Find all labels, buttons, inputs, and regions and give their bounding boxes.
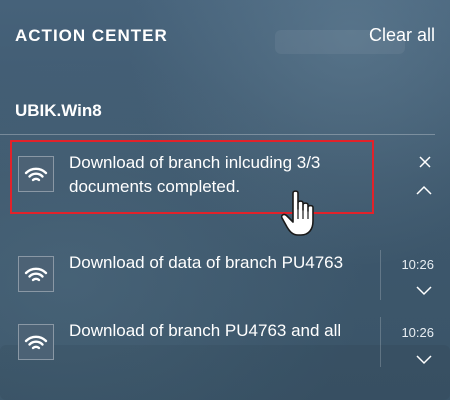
notification-item[interactable]: Download of branch PU4763 and all 10:26 bbox=[0, 312, 450, 372]
close-icon[interactable] bbox=[419, 155, 431, 173]
wifi-signal-icon bbox=[18, 256, 54, 292]
wifi-signal-icon bbox=[18, 324, 54, 360]
notification-item[interactable]: Download of data of branch PU4763 10:26 bbox=[0, 245, 450, 305]
action-center-title: ACTION CENTER bbox=[15, 26, 168, 45]
divider bbox=[380, 250, 381, 300]
notification-text: Download of branch PU4763 and all bbox=[69, 321, 342, 340]
hand-cursor-icon bbox=[279, 189, 327, 244]
notification-time: 10:26 bbox=[401, 257, 434, 272]
clear-all-button[interactable]: Clear all bbox=[369, 25, 435, 46]
notification-time: 10:26 bbox=[401, 325, 434, 340]
chevron-down-icon[interactable] bbox=[416, 352, 432, 370]
notification-text: Download of data of branch PU4763 bbox=[69, 253, 344, 272]
group-divider bbox=[0, 134, 435, 135]
chevron-up-icon[interactable] bbox=[416, 182, 432, 200]
action-center-panel: ACTION CENTER Clear all UBIK.Win8 Downlo… bbox=[0, 0, 450, 400]
divider bbox=[380, 317, 381, 367]
action-center-header: ACTION CENTER Clear all bbox=[15, 24, 435, 50]
app-group-name: UBIK.Win8 bbox=[15, 101, 102, 120]
chevron-down-icon[interactable] bbox=[416, 283, 432, 301]
